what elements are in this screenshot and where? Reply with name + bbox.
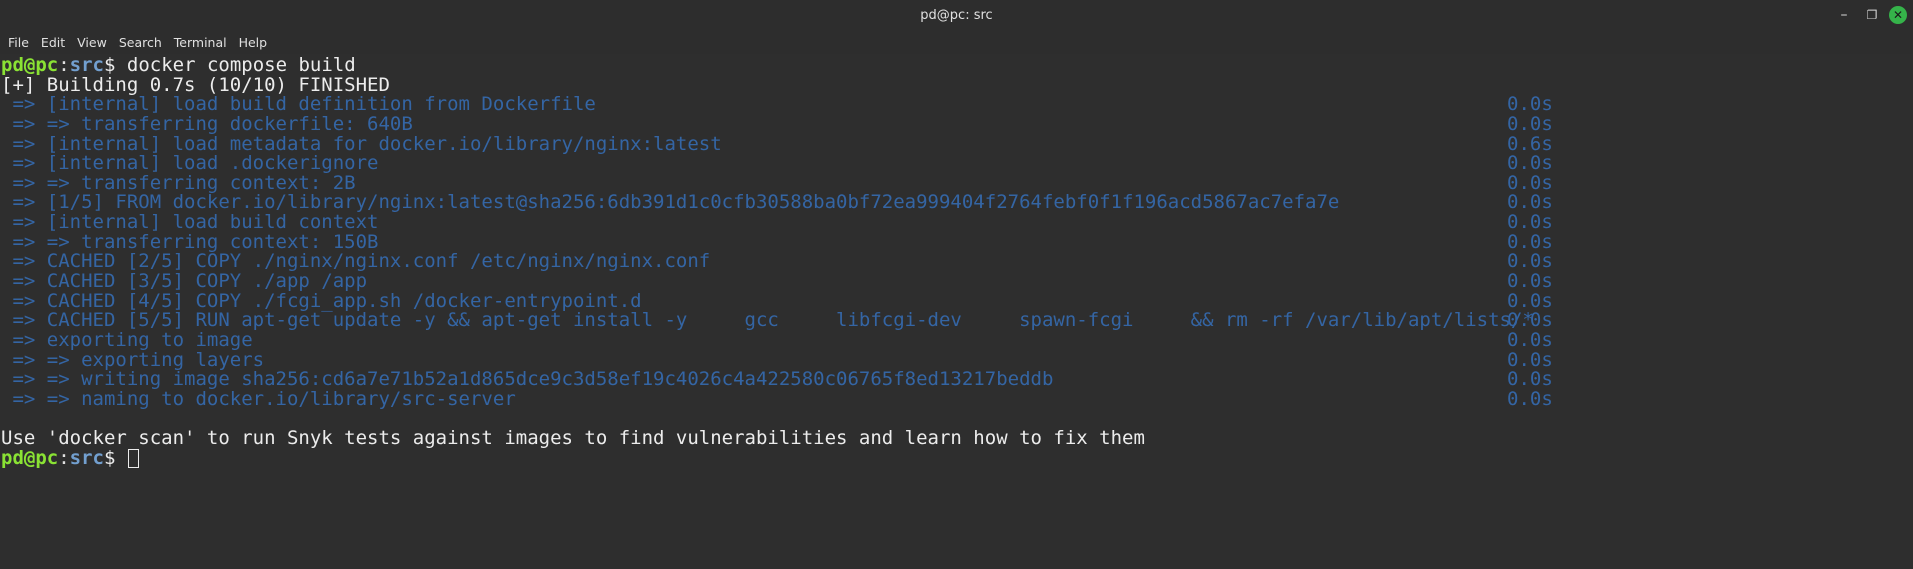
command-text: docker compose build [126,54,356,76]
step-duration: 0.0s [1507,112,1553,135]
window-title: pd@pc: src [920,7,993,23]
build-step: => => naming to docker.io/library/src-se… [1,387,1913,410]
close-icon[interactable]: ✕ [1889,6,1907,24]
prompt-separator: : [58,446,70,469]
step-duration: 0.0s [1507,152,1553,175]
maximize-icon[interactable]: ❐ [1861,4,1883,26]
step-duration: 0.0s [1507,328,1553,351]
minimize-icon[interactable]: – [1833,4,1855,26]
title-bar[interactable]: pd@pc: src – ❐ ✕ [0,0,1913,30]
terminal-output[interactable]: pd@pc:src$ docker compose build [+] Buil… [0,54,1913,569]
step-duration: 0.0s [1507,368,1553,391]
menu-terminal[interactable]: Terminal [169,35,232,50]
menu-view[interactable]: View [72,35,112,50]
menu-file[interactable]: File [3,35,34,50]
prompt-symbol: $ [103,54,127,76]
step-duration: 0.0s [1507,270,1553,293]
step-duration: 0.0s [1507,387,1553,410]
window-controls: – ❐ ✕ [1833,0,1907,30]
prompt-directory: src [69,446,104,469]
terminal-window: pd@pc: src – ❐ ✕ File Edit View Search T… [0,0,1913,569]
prompt-directory: src [69,54,104,76]
menu-edit[interactable]: Edit [36,35,70,50]
scan-hint: Use 'docker scan' to run Snyk tests agai… [1,427,1145,450]
menu-search[interactable]: Search [114,35,167,50]
step-text: => => naming to docker.io/library/src-se… [1,387,516,410]
prompt-separator: : [58,54,70,76]
build-step: => exporting to image 0.0s [1,328,1913,351]
step-duration: 0.0s [1507,93,1553,116]
prompt-user: pd@pc [1,446,59,469]
build-step: => CACHED [5/5] RUN apt-get update -y &&… [1,311,1913,331]
text-cursor [127,448,139,468]
prompt-symbol: $ [103,446,127,469]
build-steps: => [internal] load build definition from… [1,93,1913,410]
step-duration: 0.0s [1507,211,1553,234]
menu-help[interactable]: Help [234,35,273,50]
menu-bar: File Edit View Search Terminal Help [0,30,1913,54]
prompt-user: pd@pc [1,54,59,76]
command-line: pd@pc:src$ docker compose build [1,54,1913,76]
active-prompt-line[interactable]: pd@pc:src$ [1,446,1913,469]
